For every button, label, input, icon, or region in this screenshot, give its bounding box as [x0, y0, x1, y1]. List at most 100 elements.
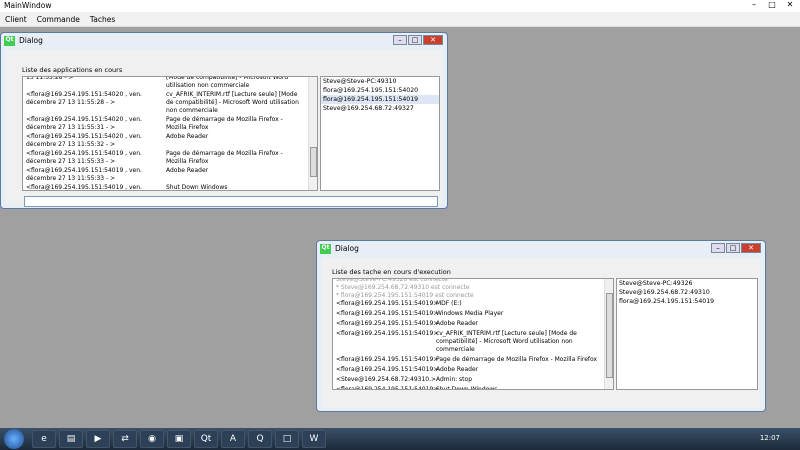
minimize-button[interactable]: –	[393, 35, 407, 45]
list-item: <Steve@169.254.68.72:49310.> Admin: stop	[333, 376, 613, 384]
client-item[interactable]: Steve@Steve-PC:49310	[321, 77, 439, 86]
list-label: Liste des applications en cours	[22, 66, 123, 74]
client-item[interactable]: Steve@169.254.68.72:49327	[321, 104, 439, 113]
entry-source: <flora@169.254.195.151:54019>	[336, 320, 439, 327]
clients-list[interactable]: Steve@Steve-PC:49326 Steve@169.254.68.72:…	[616, 278, 758, 390]
close-button[interactable]: ✕	[782, 0, 798, 10]
menu-client[interactable]: Client	[0, 12, 32, 27]
minimize-button[interactable]: –	[746, 0, 762, 10]
network-icon[interactable]: ⇄	[113, 430, 137, 448]
entry-text: [Mode de compatibilité] - Microsoft Word…	[166, 76, 289, 89]
clients-list[interactable]: Steve@Steve-PC:49310 flora@169.254.195.15…	[320, 76, 440, 191]
status-item: * flora@169.254.195.151:54019 est connec…	[336, 292, 474, 299]
entry-text: Adobe Reader	[436, 320, 479, 327]
entry-source: <flora@169.254.195.151:54019>	[336, 300, 439, 307]
entry-source: <flora@169.254.195.151:54020 , ven. déce…	[26, 133, 142, 148]
entry-text: Adobe Reader	[166, 133, 209, 140]
word-icon[interactable]: W	[302, 430, 326, 448]
entry-source: <flora@169.254.195.151:54019>	[336, 366, 439, 373]
qt-creator-icon[interactable]: Q	[248, 430, 272, 448]
system-tray: 12:07	[760, 434, 780, 442]
entry-source: <flora@169.254.195.151:54019>	[336, 386, 439, 390]
list-label: Liste des tache en cours d'execution	[332, 268, 451, 276]
entry-text: cv_AFRIK_INTERIM.rtf [Lecture seule] [Mo…	[166, 91, 299, 114]
status-item: * Steve@169.254.68.72:49310 est connecte	[336, 284, 470, 291]
maximize-button[interactable]: □	[408, 35, 422, 45]
dialog-title: Dialog	[19, 36, 43, 45]
list-item: <flora@169.254.195.151:54019> Shut Down W…	[333, 386, 613, 390]
list-item: <flora@169.254.195.151:54019> cv_AFRIK_IN…	[333, 330, 613, 354]
entry-source: <flora@169.254.195.151:54019>	[336, 310, 439, 317]
list-item: <flora@169.254.195.151:54020 , ven. déce…	[23, 116, 317, 132]
app-window-icon[interactable]: □	[275, 430, 299, 448]
entry-source: <flora@169.254.195.151:54019>	[336, 330, 439, 337]
main-window-titlebar: MainWindow – □ ✕	[0, 0, 800, 12]
entry-text: Admin: stop	[436, 376, 473, 383]
entry-text: Adobe Reader	[166, 167, 209, 174]
list-item: <flora@169.254.195.151:54019> Adobe Reade…	[333, 320, 613, 328]
entry-source: <flora@169.254.195.151:54019>	[336, 356, 439, 363]
maximize-button[interactable]: □	[764, 0, 780, 10]
list-item: <flora@169.254.195.151:54019 , ven. déce…	[23, 167, 317, 183]
entry-text: Shut Down Windows	[436, 386, 498, 390]
applications-list[interactable]: 13 11:55:28 - > [Mode de compatibilité] -…	[22, 76, 318, 191]
main-window-title: MainWindow	[4, 1, 52, 10]
entry-source: <Steve@169.254.68.72:49310.>	[336, 376, 437, 383]
clock: 12:07	[759, 434, 780, 442]
entry-text: Page de démarrage de Mozilla Firefox - M…	[166, 116, 283, 131]
qt-icon[interactable]: Qt	[194, 430, 218, 448]
close-button[interactable]: ✕	[741, 243, 761, 253]
entry-source: <flora@169.254.195.151:54019 , ven. déce…	[26, 167, 142, 182]
firefox-icon[interactable]: ◉	[140, 430, 164, 448]
command-input[interactable]	[24, 196, 438, 207]
entry-source: <flora@169.254.195.151:54019 , ven. déce…	[26, 150, 142, 165]
qt-icon: Qt	[4, 36, 15, 46]
qt-icon: Qt	[320, 244, 331, 254]
scrollbar[interactable]	[308, 77, 317, 190]
entry-text: MDF (E:)	[436, 300, 462, 307]
list-item: 13 11:55:28 - > [Mode de compatibilité] -…	[23, 76, 317, 90]
entry-text: Page de démarrage de Mozilla Firefox - M…	[166, 150, 283, 165]
scrollbar-thumb[interactable]	[310, 147, 317, 177]
menu-commande[interactable]: Commande	[32, 12, 85, 27]
maximize-button[interactable]: □	[726, 243, 740, 253]
entry-text: Windows Media Player	[436, 310, 504, 317]
menu-taches[interactable]: Taches	[85, 12, 120, 27]
media-player-icon[interactable]: ▶	[86, 430, 110, 448]
list-item: <flora@169.254.195.151:54020 , ven. déce…	[23, 133, 317, 149]
client-item[interactable]: flora@169.254.195.151:54020	[321, 86, 439, 95]
list-item: <flora@169.254.195.151:54019> MDF (E:)	[333, 300, 613, 308]
menu-bar: Client Commande Taches	[0, 12, 800, 27]
client-item[interactable]: flora@169.254.195.151:54019	[321, 95, 439, 104]
list-item: <flora@169.254.195.151:54019> Adobe Reade…	[333, 366, 613, 374]
entry-source: <flora@169.254.195.151:54020 , ven. déce…	[26, 91, 142, 106]
scrollbar-thumb[interactable]	[606, 293, 613, 378]
explorer-icon[interactable]: ▤	[59, 430, 83, 448]
list-item: <flora@169.254.195.151:54020 , ven. déce…	[23, 91, 317, 115]
entry-text: Adobe Reader	[436, 366, 479, 373]
entry-source: 13 11:55:28 - >	[26, 76, 74, 81]
entry-text: cv_AFRIK_INTERIM.rtf [Lecture seule] [Mo…	[436, 330, 577, 353]
list-item: <flora@169.254.195.151:54019 , ven. déce…	[23, 150, 317, 166]
adobe-reader-icon[interactable]: A	[221, 430, 245, 448]
scrollbar[interactable]	[604, 279, 613, 389]
client-item[interactable]: Steve@169.254.68.72:49310	[617, 288, 757, 297]
entry-text: Page de démarrage de Mozilla Firefox - M…	[436, 356, 598, 363]
entry-source: <flora@169.254.195.151:54020 , ven. déce…	[26, 116, 142, 131]
entry-source: <flora@169.254.195.151:54019 , ven. déce…	[26, 184, 142, 191]
client-item[interactable]: flora@169.254.195.151:54019	[617, 297, 757, 306]
remote-icon[interactable]: ▣	[167, 430, 191, 448]
list-item: <flora@169.254.195.151:54019 , ven. déce…	[23, 184, 317, 191]
taskbar: e ▤ ▶ ⇄ ◉ ▣ Qt A Q □ W 12:07	[0, 428, 800, 450]
entry-text: Shut Down Windows	[166, 184, 228, 191]
dialog-applications: Qt Dialog – □ ✕ Liste des applications en c…	[0, 32, 448, 209]
start-button[interactable]	[4, 429, 24, 449]
ie-icon[interactable]: e	[32, 430, 56, 448]
list-item: <flora@169.254.195.151:54019> Windows Med…	[333, 310, 613, 318]
tasks-list[interactable]: Steve@Steve-PC:49326 est connecte * Steve…	[332, 278, 614, 390]
dialog-tasks: Qt Dialog – □ ✕ Liste des tache en cours d'…	[316, 240, 766, 412]
list-item: <flora@169.254.195.151:54019> Page de dém…	[333, 356, 613, 364]
client-item[interactable]: Steve@Steve-PC:49326	[617, 279, 757, 288]
minimize-button[interactable]: –	[711, 243, 725, 253]
close-button[interactable]: ✕	[423, 35, 443, 45]
